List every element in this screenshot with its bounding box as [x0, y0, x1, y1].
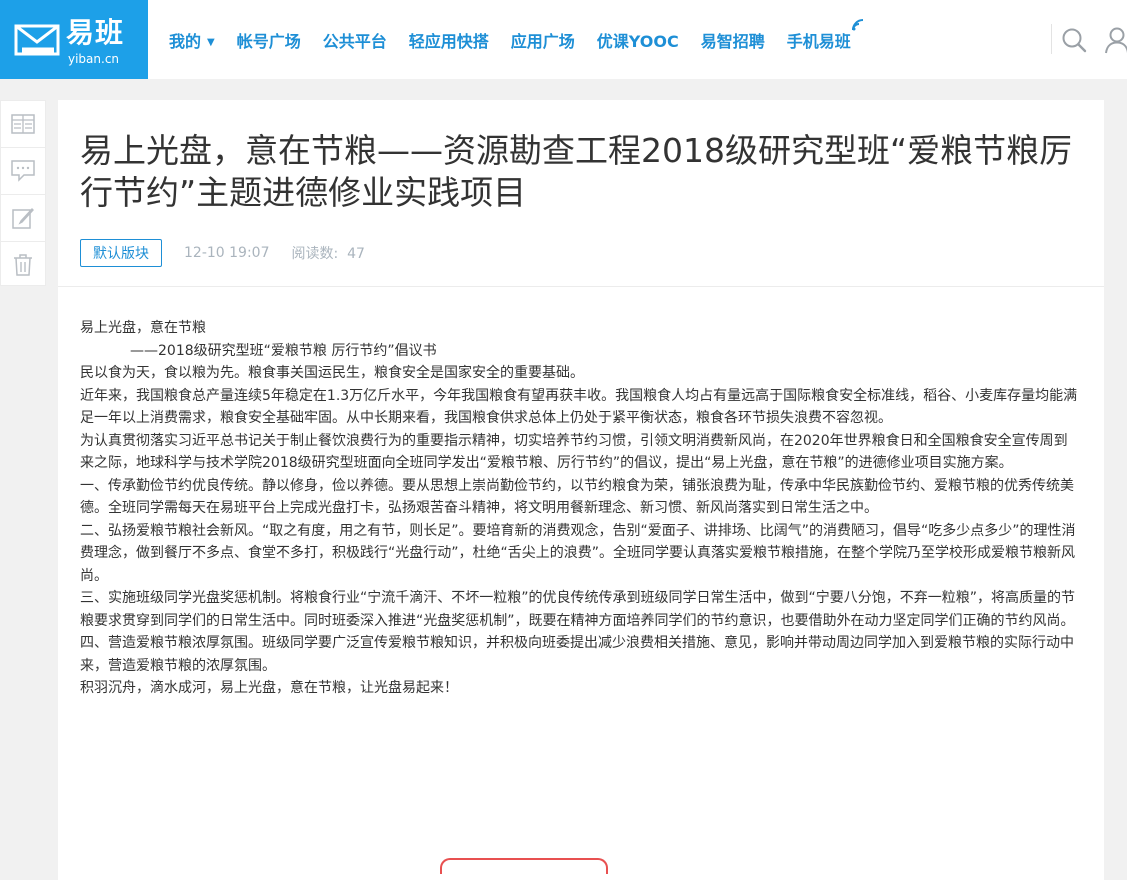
- article-toolbar: [0, 100, 46, 286]
- delete-tool[interactable]: [1, 242, 45, 288]
- paragraph: 一、传承勤俭节约优良传统。静以修身，俭以养德。要从思想上崇尚勤俭节约，以节约粮食…: [80, 477, 1074, 517]
- search-icon[interactable]: [1061, 27, 1087, 53]
- read-count: 阅读数: 47: [291, 243, 364, 263]
- nav-item-public-platform[interactable]: 公共平台: [323, 28, 387, 52]
- article-title: 易上光盘，意在节粮——资源勘查工程2018级研究型班“爱粮节粮厉行节约”主题进德…: [80, 131, 1073, 212]
- edit-icon: [12, 207, 34, 229]
- paragraph: 三、实施班级同学光盘奖惩机制。将粮食行业“宁流千滴汗、不坏一粒粮”的优良传统传承…: [80, 590, 1076, 629]
- nav-item-recruitment[interactable]: 易智招聘: [701, 28, 765, 52]
- publish-date: 12-10 19:07: [184, 245, 270, 261]
- main-nav: 我的 ▼ 帐号广场 公共平台 轻应用快搭 应用广场 优课YOOC 易智招聘 手机易…: [158, 0, 863, 79]
- nav-item-account-square[interactable]: 帐号广场: [237, 28, 301, 52]
- nav-item-light-app-builder[interactable]: 轻应用快搭: [409, 28, 489, 52]
- read-count-value: 47: [347, 246, 365, 262]
- paragraph: 二、弘扬爱粮节粮社会新风。“取之有度，用之有节，则长足”。要培育新的消费观念，告…: [80, 522, 1076, 584]
- meta-divider: [58, 286, 1104, 287]
- nav-item-app-square[interactable]: 应用广场: [511, 28, 575, 52]
- top-navigation-bar: 易班 yiban.cn 我的 ▼ 帐号广场 公共平台 轻应用快搭 应用广场 优课Y…: [0, 0, 1127, 79]
- category-tag[interactable]: 默认版块: [80, 239, 162, 267]
- nav-item-label: 手机易班: [786, 31, 851, 51]
- header-divider: [1051, 24, 1052, 54]
- read-count-label: 阅读数:: [291, 246, 339, 262]
- caret-down-icon: ▼: [207, 36, 215, 48]
- paragraph: 近年来，我国粮食总产量连续5年稳定在1.3万亿斤水平，今年我国粮食有望再获丰收。…: [80, 387, 1078, 427]
- logo-brand-text: 易班: [66, 16, 125, 49]
- article-body: 易上光盘，意在节粮 ——2018级研究型班“爱粮节粮 厉行节约”倡议书 民以食为…: [80, 317, 1080, 700]
- wifi-icon: [851, 18, 863, 30]
- layout-icon: [11, 114, 35, 134]
- trash-icon: [14, 254, 32, 276]
- article-meta: 默认版块 12-10 19:07 阅读数: 47: [80, 238, 365, 268]
- nav-item-label: 我的: [169, 31, 202, 51]
- article-card: 易上光盘，意在节粮——资源勘查工程2018级研究型班“爱粮节粮厉行节约”主题进德…: [58, 100, 1104, 880]
- envelope-logo-icon: [14, 24, 60, 56]
- user-icon[interactable]: [1104, 26, 1127, 54]
- comment-icon: [11, 160, 35, 182]
- paragraph: ——2018级研究型班“爱粮节粮 厉行节约”倡议书: [130, 342, 437, 359]
- paragraph: 积羽沉舟，滴水成河，易上光盘，意在节粮，让光盘易起来！: [80, 680, 458, 696]
- like-button[interactable]: [440, 858, 608, 874]
- comment-tool[interactable]: [1, 148, 45, 195]
- paragraph: 民以食为天，食以粮为先。粮食事关国运民生，粮食安全是国家安全的重要基础。: [80, 365, 584, 381]
- layout-tool[interactable]: [1, 101, 45, 148]
- paragraph: 为认真贯彻落实习近平总书记关于制止餐饮浪费行为的重要指示精神，切实培养节约习惯，…: [80, 432, 1068, 472]
- yiban-logo[interactable]: 易班 yiban.cn: [0, 0, 148, 79]
- nav-item-mobile-yiban[interactable]: 手机易班: [786, 18, 863, 52]
- paragraph: 易上光盘，意在节粮: [80, 320, 206, 336]
- edit-tool[interactable]: [1, 195, 45, 242]
- paragraph: 四、营造爱粮节粮浓厚氛围。班级同学要广泛宣传爱粮节粮知识，并积极向班委提出减少浪…: [80, 635, 1074, 674]
- nav-item-mine[interactable]: 我的 ▼: [169, 28, 215, 52]
- logo-domain-text: yiban.cn: [68, 52, 120, 66]
- nav-item-yooc[interactable]: 优课YOOC: [597, 28, 679, 52]
